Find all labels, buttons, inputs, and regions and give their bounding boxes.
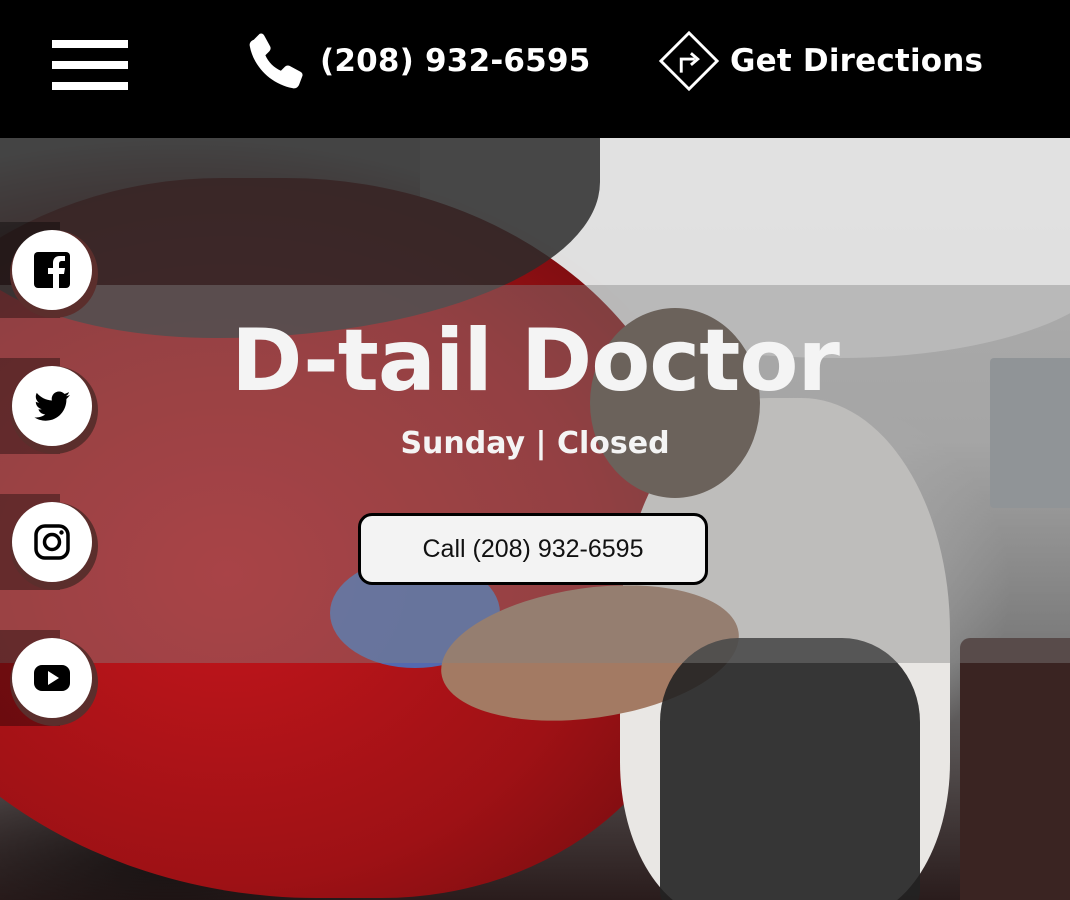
twitter-icon bbox=[34, 391, 70, 421]
get-directions-text: Get Directions bbox=[730, 43, 984, 79]
social-twitter bbox=[0, 358, 100, 454]
business-title: D-tail Doctor bbox=[231, 311, 840, 411]
instagram-button[interactable] bbox=[12, 502, 92, 582]
twitter-button[interactable] bbox=[12, 366, 92, 446]
directions-sign-icon bbox=[658, 30, 720, 92]
social-facebook bbox=[0, 222, 100, 318]
hamburger-line bbox=[52, 82, 128, 90]
phone-number-text: (208) 932-6595 bbox=[320, 43, 591, 79]
call-button[interactable]: Call (208) 932-6595 bbox=[358, 513, 708, 585]
background-machine bbox=[660, 638, 920, 900]
hamburger-menu-icon[interactable] bbox=[52, 40, 128, 90]
social-youtube bbox=[0, 630, 100, 726]
business-hours: Sunday | Closed bbox=[400, 426, 670, 461]
phone-link[interactable]: (208) 932-6595 bbox=[246, 30, 591, 92]
instagram-icon bbox=[34, 524, 70, 560]
social-instagram bbox=[0, 494, 100, 590]
facebook-icon bbox=[34, 252, 70, 288]
background-shelf bbox=[960, 638, 1070, 900]
top-header-bar: (208) 932-6595 Get Directions bbox=[0, 0, 1070, 138]
phone-icon bbox=[249, 33, 303, 89]
facebook-button[interactable] bbox=[12, 230, 92, 310]
youtube-icon bbox=[34, 665, 70, 691]
get-directions-link[interactable]: Get Directions bbox=[658, 30, 983, 92]
hero-section: D-tail Doctor Sunday | Closed Call (208)… bbox=[0, 138, 1070, 900]
hamburger-line bbox=[52, 40, 128, 48]
hamburger-line bbox=[52, 61, 128, 69]
youtube-button[interactable] bbox=[12, 638, 92, 718]
